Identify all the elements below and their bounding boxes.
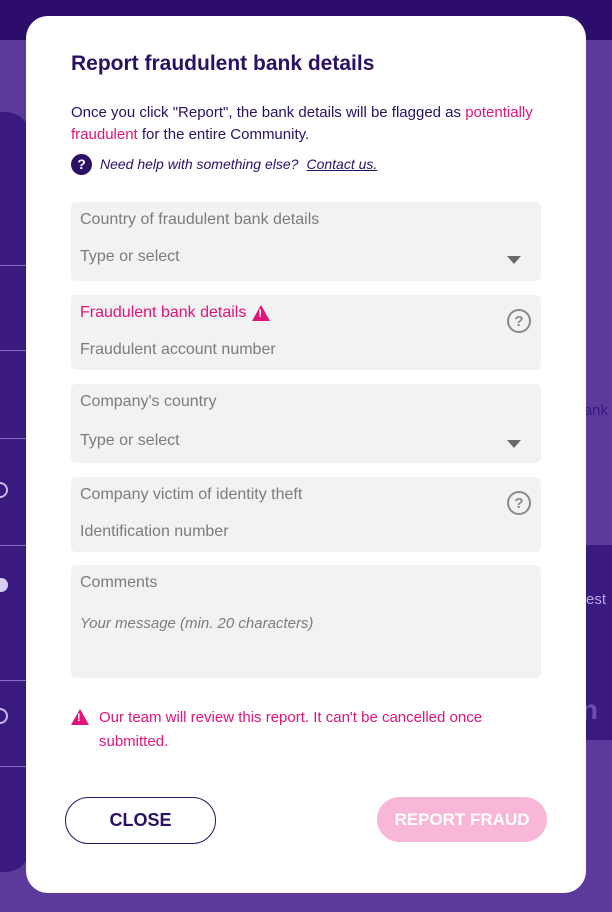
report-fraud-button[interactable]: REPORT FRAUD (377, 797, 547, 842)
background-text: ank (583, 402, 608, 419)
field-label-error: Fraudulent bank details (80, 304, 271, 322)
background-divider (0, 350, 26, 351)
contact-us-link[interactable]: Contact us. (306, 156, 377, 172)
country-fraud-select[interactable]: Country of fraudulent bank details (71, 202, 541, 281)
modal-intro: Once you click "Report", the bank detail… (71, 102, 541, 146)
warning-triangle-icon (71, 709, 89, 725)
field-label: Comments (80, 574, 158, 591)
help-text: Need help with something else? (100, 156, 299, 172)
background-text: est (585, 591, 606, 608)
field-label-text: Fraudulent bank details (80, 304, 247, 321)
bank-details-field[interactable]: Fraudulent bank details ? (71, 295, 541, 370)
company-country-select[interactable]: Company's country (71, 384, 541, 463)
caret-down-icon[interactable] (507, 256, 521, 264)
help-circle-icon[interactable]: ? (507, 491, 531, 515)
intro-text-end: for the entire Community. (137, 126, 310, 143)
background-divider (0, 766, 26, 767)
help-circle-icon[interactable]: ? (507, 309, 531, 333)
help-row: ? Need help with something else? Contact… (71, 153, 377, 175)
warning-triangle-icon (252, 305, 271, 321)
company-victim-field[interactable]: Company victim of identity theft ? (71, 477, 541, 552)
field-label: Country of fraudulent bank details (80, 211, 320, 228)
country-fraud-input[interactable] (80, 248, 501, 266)
comments-textarea[interactable] (80, 615, 532, 670)
close-button[interactable]: CLOSE (65, 797, 216, 844)
notice-text: Our team will review this report. It can… (99, 709, 483, 750)
background-divider (0, 680, 26, 681)
report-fraud-modal: Report fraudulent bank details Once you … (26, 16, 586, 893)
modal-title: Report fraudulent bank details (71, 52, 375, 75)
identification-number-input[interactable] (80, 523, 501, 541)
account-number-input[interactable] (80, 341, 501, 359)
caret-down-icon[interactable] (507, 440, 521, 448)
field-label: Company victim of identity theft (80, 486, 303, 503)
background-divider (0, 265, 26, 266)
company-country-input[interactable] (80, 432, 501, 450)
background-divider (0, 438, 26, 439)
comments-field[interactable]: Comments (71, 565, 541, 678)
intro-text: Once you click "Report", the bank detail… (71, 104, 466, 121)
background-divider (0, 545, 26, 546)
question-circle-icon: ? (71, 153, 92, 175)
field-label: Company's country (80, 393, 217, 410)
review-notice: Our team will review this report. It can… (71, 706, 521, 754)
